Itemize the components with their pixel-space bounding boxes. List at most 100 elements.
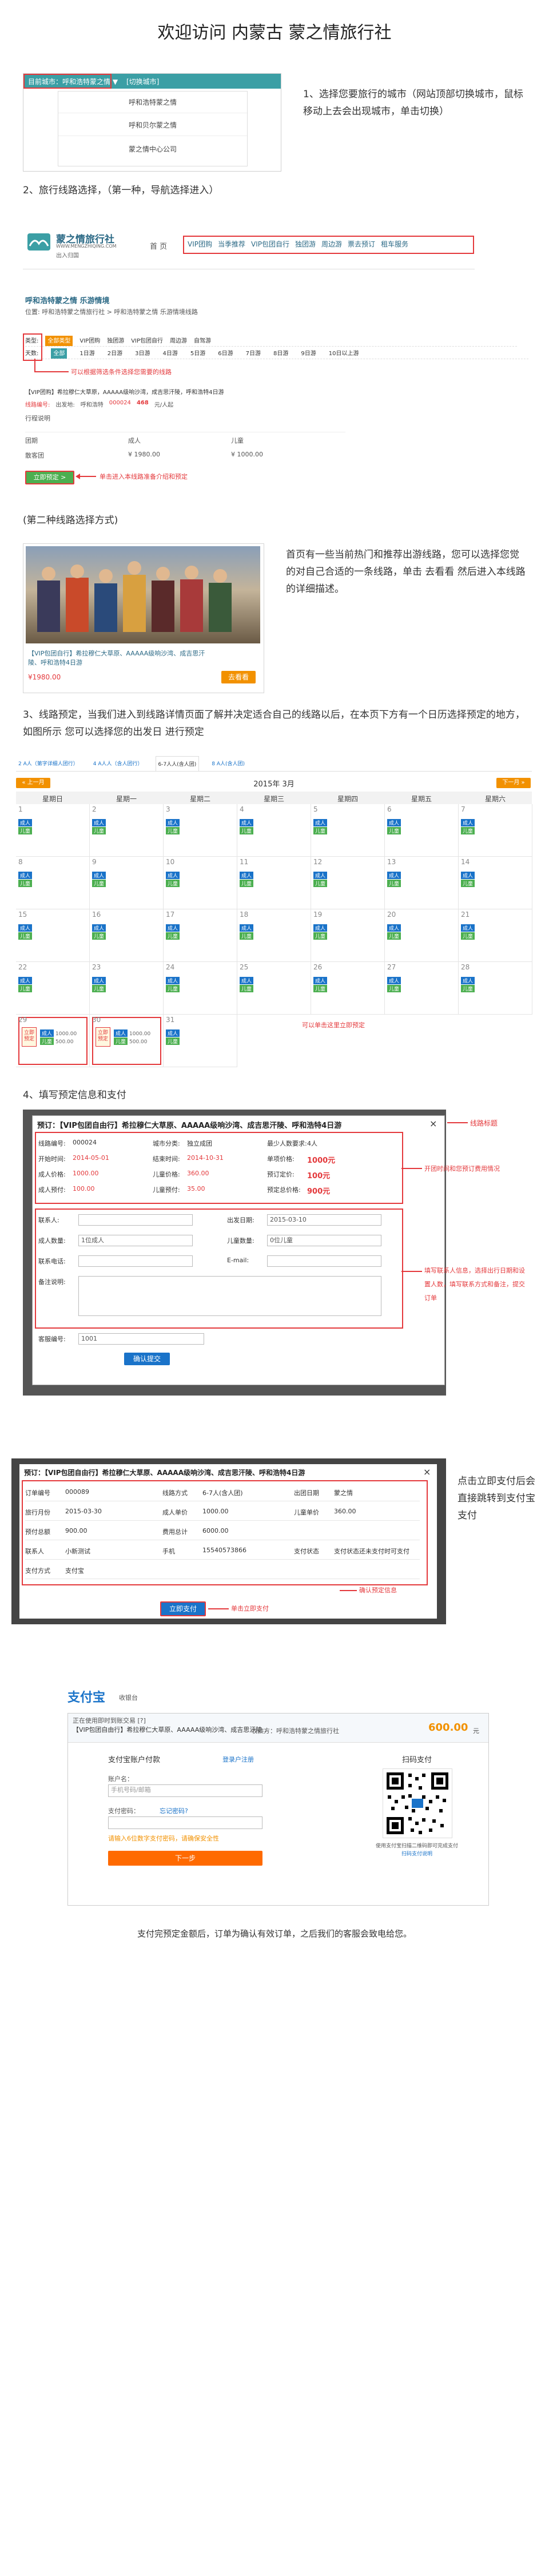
calendar-day-cell[interactable]: 23 成人 儿童 — [90, 962, 164, 1015]
filter-days-option[interactable]: 6日游 — [218, 348, 233, 359]
calendar-tab[interactable]: 2 A人（第字详细人团行） — [16, 756, 81, 771]
filter-type-option[interactable]: VIP团购 — [79, 336, 100, 346]
calendar-day-cell[interactable]: 14 成人 儿童 — [459, 857, 532, 909]
info-label: 成人预付: — [38, 1186, 66, 1194]
calendar-tab[interactable]: 4 A人人（含人团行） — [91, 756, 145, 771]
calendar-day-cell[interactable]: 13 成人 儿童 — [385, 857, 459, 909]
calendar-day-cell[interactable]: 3 成人 儿童 — [164, 804, 237, 857]
close-icon[interactable]: × — [423, 1466, 431, 1477]
calendar-day-cell[interactable]: 30 立即预定 成人 1000.00 儿童 500.00 — [90, 1015, 164, 1067]
weekday-label: 星期五 — [411, 795, 432, 803]
switch-city-link[interactable]: [切换城市] — [126, 77, 159, 86]
calendar-day-cell[interactable]: 7 成人 儿童 — [459, 804, 532, 857]
calendar-day-cell[interactable]: 24 成人 儿童 — [164, 962, 237, 1015]
calendar-day-cell[interactable]: 17 成人 儿童 — [164, 909, 237, 962]
calendar-day-cell[interactable]: 15 成人 儿童 — [16, 909, 90, 962]
filter-days-option[interactable]: 全部 — [51, 348, 67, 359]
calendar-day-cell[interactable]: 11 成人 儿童 — [237, 857, 311, 909]
calendar-day-cell[interactable]: 9 成人 儿童 — [90, 857, 164, 909]
nav-item-vip-group[interactable]: VIP团购 — [188, 239, 212, 251]
account-input[interactable]: 手机号码/邮箱 — [108, 1784, 262, 1797]
email-input[interactable] — [267, 1255, 381, 1267]
guest-no-select[interactable]: 1001 — [78, 1333, 204, 1345]
phone-input[interactable] — [78, 1255, 193, 1267]
route-card-title[interactable]: 【VIP包团自行】希拉穆仁大草原、AAAAA级响沙湾、成吉思汗陵、呼和浩特4日游 — [28, 649, 217, 667]
nav-home[interactable]: 首 页 — [150, 240, 167, 251]
filter-type-option[interactable]: 自驾游 — [194, 336, 211, 346]
filter-days-option[interactable]: 1日游 — [79, 348, 94, 359]
calendar-day-cell[interactable]: 22 成人 儿童 — [16, 962, 90, 1015]
calendar-day-cell[interactable]: 25 成人 儿童 — [237, 962, 311, 1015]
city-option[interactable]: 蒙之情中心公司 — [58, 144, 247, 154]
calendar-day-cell[interactable]: 29 立即预定 成人 1000.00 儿童 500.00 — [16, 1015, 90, 1067]
calendar-day-cell[interactable]: 28 成人 儿童 — [459, 962, 532, 1015]
filter-days-option[interactable]: 4日游 — [163, 348, 178, 359]
calendar-day-cell[interactable]: 19 成人 儿童 — [311, 909, 385, 962]
calendar-tab[interactable]: 8 A人(含人团) — [209, 756, 247, 771]
calendar-day-cell[interactable]: 31 成人 儿童 — [164, 1015, 237, 1067]
info-value: 360.00 — [187, 1170, 209, 1177]
filter-type-option[interactable]: 全部类型 — [45, 336, 73, 346]
calendar-book-button[interactable]: 立即预定 — [96, 1027, 110, 1047]
calendar-day-cell[interactable]: 2 成人 儿童 — [90, 804, 164, 857]
pay-now-button[interactable]: 立即支付 — [160, 1601, 206, 1616]
submit-button[interactable]: 确认提交 — [124, 1353, 170, 1365]
password-input[interactable] — [108, 1816, 262, 1829]
calendar-day-cell[interactable]: 6 成人 儿童 — [385, 804, 459, 857]
route-title[interactable]: 【VIP团购】希拉穆仁大草原，AAAAA级响沙湾，成吉思汗陵，呼和浩特4日游 — [25, 387, 224, 396]
calendar-adult-price: 成人 — [313, 819, 329, 826]
date-input[interactable]: 2015-03-10 — [267, 1214, 381, 1226]
calendar-book-button[interactable]: 立即预定 — [22, 1027, 37, 1047]
remark-textarea[interactable] — [78, 1276, 381, 1316]
step4-text: 4、填写预定信息和支付 — [23, 1090, 126, 1101]
calendar-day-cell[interactable]: 12 成人 儿童 — [311, 857, 385, 909]
calendar-day-cell[interactable]: 10 成人 儿童 — [164, 857, 237, 909]
adult-tag: 成人 — [166, 872, 180, 879]
child-tag: 儿童 — [461, 985, 475, 992]
calendar-day-cell[interactable]: 21 成人 儿童 — [459, 909, 532, 962]
filter-days-option[interactable]: 7日游 — [246, 348, 261, 359]
filter-days-option[interactable]: 2日游 — [108, 348, 122, 359]
next-button[interactable]: 下一步 — [108, 1851, 262, 1866]
line-no-value: 000024 — [109, 400, 131, 406]
close-icon[interactable]: × — [429, 1118, 437, 1129]
filter-type-option[interactable]: 独团游 — [107, 336, 124, 346]
calendar-day-cell[interactable]: 16 成人 儿童 — [90, 909, 164, 962]
book-now-button[interactable]: 立即预定 > — [25, 471, 74, 484]
nav-item-nearby[interactable]: 周边游 — [321, 239, 342, 251]
qr-help-link[interactable]: 扫码支付说明 — [365, 1850, 468, 1857]
nav-item-season[interactable]: 当季推荐 — [218, 239, 245, 251]
city-option[interactable]: 呼和浩特蒙之情 — [58, 97, 247, 113]
filter-days-option[interactable]: 8日游 — [273, 348, 288, 359]
route-card-button[interactable]: 去看看 — [221, 671, 256, 683]
filter-days-option[interactable]: 9日游 — [301, 348, 316, 359]
filter-type-option[interactable]: VIP包团自行 — [131, 336, 163, 346]
filter-days-option[interactable]: 10日以上游 — [329, 348, 359, 359]
calendar-day-cell[interactable]: 8 成人 儿童 — [16, 857, 90, 909]
forgot-link[interactable]: 忘记密码? — [160, 1806, 188, 1815]
calendar-day-number: 3 — [166, 805, 170, 813]
nav-item-car[interactable]: 租车服务 — [381, 239, 408, 251]
child-count-select[interactable]: 0位儿童 — [267, 1235, 381, 1246]
next-month-button[interactable]: 下一月 » — [496, 778, 531, 788]
calendar-day-cell[interactable]: 27 成人 儿童 — [385, 962, 459, 1015]
calendar-day-cell[interactable]: 20 成人 儿童 — [385, 909, 459, 962]
calendar-day-cell[interactable]: 5 成人 儿童 — [311, 804, 385, 857]
calendar-day-cell[interactable]: 4 成人 儿童 — [237, 804, 311, 857]
nav-item-ticket[interactable]: 票去预订 — [348, 239, 375, 251]
adult-count-select[interactable]: 1位成人 — [78, 1235, 193, 1246]
contact-input[interactable] — [78, 1214, 193, 1226]
calendar-day-number: 15 — [18, 911, 27, 919]
register-link[interactable]: 登录户注册 — [222, 1755, 254, 1764]
calendar-day-cell[interactable]: 26 成人 儿童 — [311, 962, 385, 1015]
filter-days-option[interactable]: 5日游 — [190, 348, 205, 359]
filter-type-option[interactable]: 周边游 — [170, 336, 187, 346]
calendar-tab[interactable]: 6-7人人(含人团) — [155, 756, 200, 771]
city-option[interactable]: 呼和贝尔蒙之情 — [58, 120, 247, 136]
calendar-day-cell[interactable]: 18 成人 儿童 — [237, 909, 311, 962]
nav-item-solo[interactable]: 独团游 — [295, 239, 316, 251]
qr-code-icon[interactable] — [383, 1768, 452, 1838]
nav-item-vip-free[interactable]: VIP包团自行 — [251, 239, 289, 251]
filter-days-option[interactable]: 3日游 — [135, 348, 150, 359]
calendar-day-cell[interactable]: 1 成人 儿童 — [16, 804, 90, 857]
